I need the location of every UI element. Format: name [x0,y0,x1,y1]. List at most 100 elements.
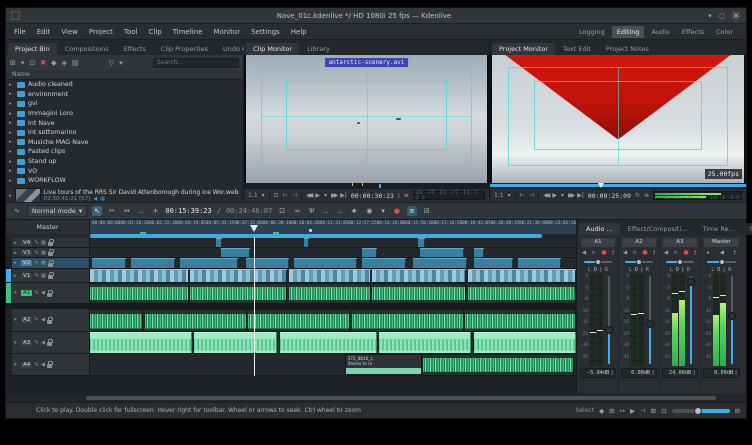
target-indicator[interactable] [6,332,11,353]
lock-icon[interactable] [48,275,53,279]
track-lane-a4[interactable]: 372_8616_LStereo to m [90,354,576,375]
timeline-clip[interactable] [246,258,290,268]
timeline-clip[interactable] [131,258,175,268]
multicam-icon[interactable]: + [150,206,160,216]
spacer-tool-icon[interactable]: ↔ [122,206,132,216]
timeline[interactable]: Master 00:00:00:0000:01:26:1000:02:52:20… [6,220,576,394]
balance-value[interactable]: 0 [594,267,597,273]
edit-icon[interactable]: ✎ [34,340,39,346]
clip-monitor-tab-library[interactable]: Library [300,43,337,55]
monitor-toggle-icon[interactable]: ⊟ [422,206,432,216]
project-monitor-timecode[interactable]: 00:09:25:09 [588,192,631,200]
target-indicator[interactable] [6,269,11,282]
timeline-clip[interactable] [474,332,576,353]
fit-zoom-icon[interactable]: ⊠ [651,407,656,415]
favorite-effects-icon[interactable]: ★ [349,206,359,216]
fader-knob[interactable] [605,326,613,334]
workspace-color[interactable]: Color [711,26,738,38]
chevron-icon[interactable]: ▾ [14,317,19,323]
track-header-v4[interactable]: ▸V4✎▦ [12,238,90,247]
lock-icon[interactable] [47,293,52,297]
chevron-right-icon[interactable]: ▸ [9,178,14,184]
play-icon[interactable]: ▶ [315,192,320,199]
clip-monitor-seekbar[interactable] [244,183,489,189]
track-lane-a1[interactable] [90,283,576,303]
timeline-clip[interactable] [468,283,576,303]
new-folder-icon[interactable]: ⊡ [29,59,35,67]
zoom-dropdown-icon[interactable]: ▾ [262,192,265,199]
pan-slider[interactable] [584,258,612,265]
balance-spinner[interactable]: ▴▾ [723,267,725,273]
project-monitor-tab-project-monitor[interactable]: Project Monitor [492,43,555,55]
volume-fader[interactable] [604,274,615,366]
bin-folder-stand-up[interactable]: ▸Stand up [6,157,243,167]
forward-icon[interactable]: ▶▶ [331,192,336,199]
target-indicator[interactable] [6,283,11,303]
go-end-icon[interactable]: ▶| [577,192,584,199]
pan-slider[interactable] [707,258,736,265]
zone-out-icon[interactable]: ⊣ [529,192,534,199]
speaker-icon[interactable]: ◀ [41,362,45,368]
timeline-clip[interactable] [379,332,471,353]
volume-value-box[interactable]: 24.00dB▴▾ [662,368,698,378]
loop-icon[interactable]: ↻ [635,192,640,199]
close-button[interactable]: × [731,11,741,21]
track-lane-v3[interactable] [90,248,576,257]
bin-folder-environment[interactable]: ▸environment [6,90,243,100]
menu-clip[interactable]: Clip [148,28,161,36]
video-track-icon[interactable]: ▦ [41,250,46,256]
edit-icon[interactable]: ✎ [34,290,39,296]
balance-spinner[interactable]: ▴▾ [641,267,643,273]
timeline-clip[interactable] [418,238,425,247]
target-indicator[interactable] [6,238,11,247]
chevron-icon[interactable]: ▸ [14,240,19,246]
split-audio-icon[interactable]: Ψ [307,206,317,216]
volume-fader[interactable] [645,274,656,366]
effects-icon[interactable]: ƒ [653,250,655,256]
timeline-clip[interactable] [474,258,513,268]
mixer-toggle-icon[interactable]: ≡ [407,206,417,216]
volume-value-box[interactable]: 0.00dB▴▾ [703,368,740,378]
timeline-clip[interactable] [180,258,238,268]
volume-value-box[interactable]: 0.00dB▴▾ [621,368,657,378]
monitor-menu-icon[interactable]: ≡ [644,192,649,199]
bin-column-header[interactable]: Name [6,70,243,80]
video-track-icon[interactable]: ▦ [41,273,46,279]
speaker-icon[interactable]: ◀ [41,317,45,323]
add-clip-icon[interactable]: ⊞ [10,59,16,67]
track-lane-v1[interactable] [90,269,576,282]
track-header-v3[interactable]: ▸V3✎▦ [12,248,90,257]
forward-icon[interactable]: ▶▶ [568,192,573,199]
zoom-level[interactable]: 1:1 [494,192,504,199]
clip-monitor-tab-clip-monitor[interactable]: Clip Monitor [246,43,299,55]
master-track-button[interactable]: Master [6,220,90,234]
menu-file[interactable]: File [14,28,26,36]
lock-icon[interactable] [47,320,52,324]
timeline-zoom-slider[interactable] [672,409,730,413]
edit-icon[interactable]: ✎ [34,273,39,279]
bin-clip-item[interactable]: ▸Live tours of the RRS Sir David Attenbo… [6,186,243,202]
track-header-a3[interactable]: ▾A3✎◀ [12,332,90,353]
zone-in-icon[interactable]: ⊢ [283,192,288,199]
project-monitor-tab-text-edit[interactable]: Text Edit [556,43,598,55]
track-lane-v4[interactable] [90,238,576,247]
target-dropdown-icon[interactable]: ▾ [379,206,387,216]
tag-toggle-icon[interactable]: ◆ [599,407,604,415]
go-end-icon[interactable]: ▶| [340,192,347,199]
target-menu-icon[interactable]: ◉ [364,206,374,216]
menu-help[interactable]: Help [291,28,307,36]
timeline-clip[interactable] [92,258,126,268]
chevron-icon[interactable]: ▾ [14,362,19,368]
pan-knob[interactable] [677,259,683,265]
zone-out-icon[interactable]: ⊣ [292,192,297,199]
mix-icon[interactable]: ∿ [12,206,22,216]
pan-knob[interactable] [636,259,642,265]
compositing-icon[interactable]: ≈ [292,206,302,216]
maximize-button[interactable]: ○ [716,10,728,22]
thumbnails-icon[interactable]: ‥ [335,206,344,216]
balance-value[interactable]: 0 [676,267,679,273]
bin-tab-clip-properties[interactable]: Clip Properties [154,43,215,55]
chevron-right-icon[interactable]: ▸ [9,159,14,165]
menu-edit[interactable]: Edit [37,28,51,36]
bin-folder-workflow[interactable]: ▸WORKFLOW [6,176,243,186]
